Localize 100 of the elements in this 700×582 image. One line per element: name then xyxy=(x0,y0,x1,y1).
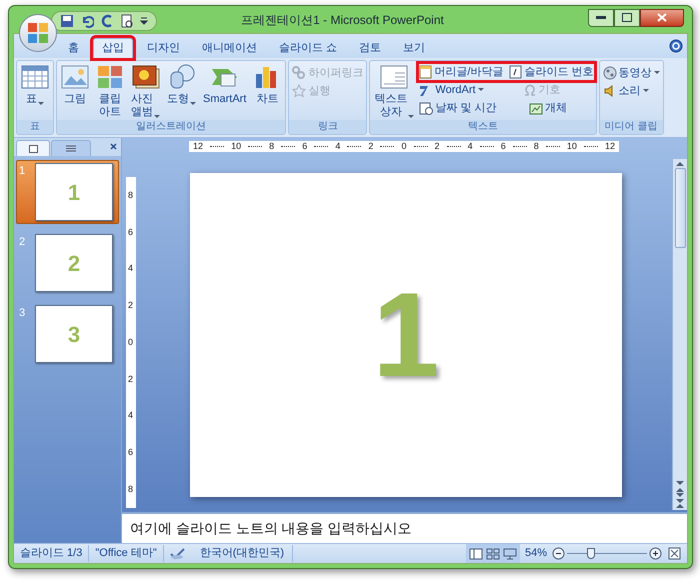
print-preview-icon[interactable] xyxy=(120,14,134,28)
scroll-down-icon[interactable] xyxy=(676,481,684,486)
sorter-view-icon[interactable] xyxy=(486,548,500,560)
window-title: 프레젠테이션1 - Microsoft PowerPoint xyxy=(240,12,445,28)
slide-thumbnail: 1 xyxy=(35,163,113,221)
close-button[interactable] xyxy=(640,8,684,26)
close-icon[interactable] xyxy=(110,143,117,150)
previous-slide-icon[interactable] xyxy=(676,488,684,497)
ruler-number: 6 xyxy=(128,228,133,237)
minimize-icon xyxy=(596,16,606,19)
ribbon-button[interactable]: 사진 앨범 xyxy=(128,62,163,119)
ruler-number: 6 xyxy=(128,448,133,458)
page-icon xyxy=(419,65,432,79)
tick-marks xyxy=(446,146,461,147)
office-logo-icon xyxy=(27,22,49,44)
caret-icon xyxy=(654,71,660,75)
ruler-number: 4 xyxy=(335,142,340,151)
ribbon-button[interactable]: 머리글/바닥글 xyxy=(418,63,504,81)
ruler-number: 6 xyxy=(302,142,308,151)
language: 한국어(대한민국) xyxy=(192,545,294,562)
notes-field[interactable]: 여기에 슬라이드 노트의 내용을 입력하십시오 xyxy=(122,512,687,543)
ribbon-button[interactable]: 그림 xyxy=(58,62,92,106)
ruler-number: 8 xyxy=(534,142,539,151)
ribbon-button[interactable]: 차트 xyxy=(250,62,284,106)
ruler-number: 10 xyxy=(566,142,577,151)
slide-number: 1 xyxy=(19,164,26,179)
theme-name: "Office 테마" xyxy=(89,545,164,562)
tick-marks xyxy=(248,146,262,147)
zoom-thumb[interactable] xyxy=(587,548,595,558)
slide-indicator: 슬라이드 1/3 xyxy=(14,545,90,562)
group-label: 링크 xyxy=(289,120,366,134)
caret-icon xyxy=(38,102,44,106)
object-icon xyxy=(529,101,544,115)
ruler-number: 6 xyxy=(500,142,506,151)
scroll-up-icon[interactable] xyxy=(676,161,684,166)
ruler-number: 2 xyxy=(434,142,440,151)
tick-marks xyxy=(210,146,224,147)
ribbon-button[interactable]: SmartArt xyxy=(200,62,250,106)
group-label: 일러스트레이션 xyxy=(57,120,286,134)
tick-marks xyxy=(480,146,494,147)
vertical-scrollbar[interactable] xyxy=(672,159,687,510)
slide-number: 3 xyxy=(19,306,26,321)
ribbon-tab[interactable]: 홈 xyxy=(60,38,87,58)
ribbon-button[interactable]: 표 xyxy=(18,62,52,106)
tick-marks xyxy=(584,146,598,147)
redo-icon[interactable] xyxy=(100,14,114,28)
calendar-icon xyxy=(419,101,434,115)
fit-to-window-icon[interactable] xyxy=(668,547,681,560)
ribbon-tab[interactable]: 검토 xyxy=(351,38,390,58)
zoom-out-icon[interactable] xyxy=(552,547,565,560)
ruler-number: 12 xyxy=(193,142,204,151)
ribbon-button[interactable]: 동영상 xyxy=(602,64,661,82)
normal-view-icon[interactable] xyxy=(468,548,483,560)
spell-check-icon[interactable] xyxy=(170,548,186,560)
ribbon-tab[interactable]: 삽입 xyxy=(93,38,133,58)
zoom-in-icon[interactable] xyxy=(649,547,662,560)
ribbon-button[interactable]: 도형 xyxy=(164,62,199,106)
slide-thumbnail: 3 xyxy=(35,305,113,363)
group-label: 표 xyxy=(17,120,53,134)
ribbon-tab[interactable]: 디자인 xyxy=(139,38,188,58)
tick-marks xyxy=(380,146,394,147)
ribbon-tab[interactable]: 보기 xyxy=(395,38,434,58)
scroll-thumb[interactable] xyxy=(674,168,686,248)
slide-number-text: 1 xyxy=(372,275,440,395)
photo-album-icon xyxy=(132,64,160,90)
tick-marks xyxy=(512,146,527,147)
ruler-number: 12 xyxy=(604,142,615,151)
tick-marks xyxy=(414,146,428,147)
ribbon-button[interactable]: 슬라이드 번호 xyxy=(508,63,595,81)
ribbon-button[interactable]: WordArt xyxy=(418,81,518,99)
undo-icon[interactable] xyxy=(80,14,94,28)
ribbon-button[interactable]: 클립 아트 xyxy=(93,62,127,119)
ribbon-tab[interactable]: 슬라이드 쇼 xyxy=(271,38,346,58)
ribbon-button[interactable]: 개체 xyxy=(528,99,595,117)
zoom-slider[interactable] xyxy=(567,548,647,560)
slide-thumbnail: 2 xyxy=(35,234,113,292)
ruler-number: 4 xyxy=(128,264,133,274)
help-icon[interactable] xyxy=(669,39,683,53)
zoom-percent[interactable]: 54% xyxy=(520,545,552,562)
outline-tab[interactable] xyxy=(51,140,91,156)
link-icon xyxy=(292,66,306,80)
shapes-icon xyxy=(168,64,196,90)
ribbon-button[interactable]: 텍스트 상자 xyxy=(371,62,418,119)
ribbon-button[interactable]: 소리 xyxy=(602,82,661,100)
ruler-number: 4 xyxy=(468,142,473,151)
next-slide-icon[interactable] xyxy=(676,499,684,508)
tick-marks xyxy=(546,146,560,147)
slides-tab[interactable] xyxy=(16,140,50,156)
omega-icon xyxy=(522,83,537,97)
ribbon-button[interactable]: 날짜 및 시간 xyxy=(418,99,524,117)
tick-marks xyxy=(347,146,362,147)
ribbon-tab[interactable]: 애니메이션 xyxy=(194,38,265,58)
customize-caret-icon[interactable] xyxy=(140,16,148,24)
slideshow-view-icon[interactable] xyxy=(502,548,517,560)
maximize-button[interactable] xyxy=(614,8,640,26)
save-icon[interactable] xyxy=(60,14,74,28)
minimize-button[interactable] xyxy=(588,8,614,26)
maximize-icon xyxy=(622,13,632,22)
ruler-number: 8 xyxy=(128,485,133,494)
tick-marks xyxy=(281,146,296,147)
